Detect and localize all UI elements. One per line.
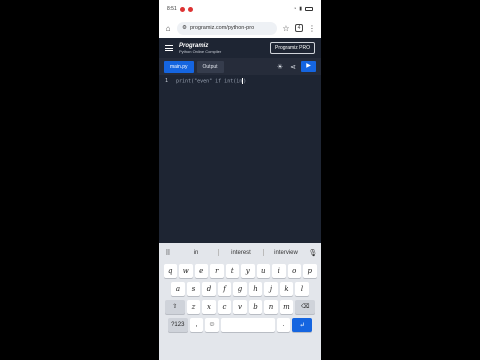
code-line[interactable]: print("even" if int(in) [176,78,246,240]
more-menu-icon[interactable]: ⋮ [307,24,317,33]
key-p[interactable]: p [303,264,317,278]
share-icon[interactable]: ⋖ [288,63,298,71]
programiz-pro-button[interactable]: Programiz PRO [269,42,315,54]
wifi-icon: ◔ [293,6,297,12]
signal-icon: ▮ [299,6,302,12]
key-row-2: a s d f g h j k l [162,282,318,296]
key-s[interactable]: s [186,282,201,296]
suggestion-item[interactable]: in [174,250,218,256]
key-t[interactable]: t [225,264,239,278]
key-z[interactable]: z [186,300,201,314]
key-x[interactable]: x [202,300,216,314]
bookmark-star-icon[interactable]: ☆ [281,24,291,33]
key-e[interactable]: e [194,264,208,278]
code-editor[interactable]: 1 print("even" if int(in) [159,75,321,243]
key-u[interactable]: u [256,264,270,278]
key-r[interactable]: r [210,264,224,278]
battery-icon [305,7,313,11]
key-c[interactable]: c [217,300,232,314]
app-header: Programiz Python Online Compiler Program… [159,38,321,58]
key-row-3: ⇧ z x c v b n m ⌫ [162,300,318,314]
key-a[interactable]: a [171,282,185,296]
brand-subtitle: Python Online Compiler [179,48,222,54]
space-key[interactable] [220,318,275,332]
key-j[interactable]: j [264,282,278,296]
enter-key-icon[interactable]: ↵ [292,318,313,332]
notification-icon [179,6,185,12]
key-row-1: q w e r t y u i o p [162,264,318,278]
key-b[interactable]: b [248,300,263,314]
key-i[interactable]: i [272,264,286,278]
microphone-icon[interactable]: 🎙 [308,249,318,257]
suggestion-item[interactable]: interest [219,250,263,256]
brand-name: Programiz [179,42,209,49]
recording-icon [187,6,193,12]
key-row-4: ?123 , ☺ . ↵ [162,318,318,332]
key-comma[interactable]: , [189,318,204,332]
key-k[interactable]: k [279,282,294,296]
home-icon[interactable]: ⌂ [163,24,173,33]
key-h[interactable]: h [248,282,263,296]
brand[interactable]: Programiz Python Online Compiler [179,43,264,54]
key-v[interactable]: v [233,300,247,314]
tab-output[interactable]: Output [196,60,224,73]
symbols-key[interactable]: ?123 [167,318,188,332]
run-button[interactable]: ▶ [301,61,316,72]
key-g[interactable]: g [233,282,247,296]
status-time: 8:51 [167,6,177,12]
key-w[interactable]: w [179,264,193,278]
status-bar: 8:51 ◔ ▮ [159,0,321,18]
url-text: programiz.com/python-pro [189,25,255,31]
key-n[interactable]: n [264,300,278,314]
hamburger-menu-icon[interactable] [165,45,173,51]
theme-toggle-icon[interactable]: ☀ [275,63,285,71]
key-y[interactable]: y [241,264,255,278]
key-d[interactable]: d [202,282,216,296]
url-bar[interactable]: ⚙ programiz.com/python-pro [177,21,277,35]
tab-main-py[interactable]: main.py [164,60,194,73]
tab-switcher-icon[interactable]: 4 [295,24,303,32]
site-info-icon[interactable]: ⚙ [182,25,187,31]
suggestion-item[interactable]: interview [264,250,308,256]
line-number: 1 [165,78,169,84]
keyboard: ⠿ in interest interview 🎙 q w e r t y u … [159,243,321,360]
editor-toolbar: main.py Output ☀ ⋖ ▶ [159,58,321,75]
phone-screen: 8:51 ◔ ▮ ⌂ ⚙ programiz.com/python-pro ☆ … [159,0,321,360]
backspace-key-icon[interactable]: ⌫ [295,300,316,314]
shift-key-icon[interactable]: ⇧ [164,300,185,314]
apps-grid-icon[interactable]: ⠿ [162,249,174,257]
emoji-key-icon[interactable]: ☺ [205,318,219,332]
key-o[interactable]: o [287,264,301,278]
browser-bar: ⌂ ⚙ programiz.com/python-pro ☆ 4 ⋮ [159,18,321,38]
suggestion-bar: ⠿ in interest interview 🎙 [162,245,318,260]
key-m[interactable]: m [279,300,294,314]
key-l[interactable]: l [295,282,309,296]
key-q[interactable]: q [163,264,177,278]
key-period[interactable]: . [276,318,291,332]
key-f[interactable]: f [217,282,232,296]
